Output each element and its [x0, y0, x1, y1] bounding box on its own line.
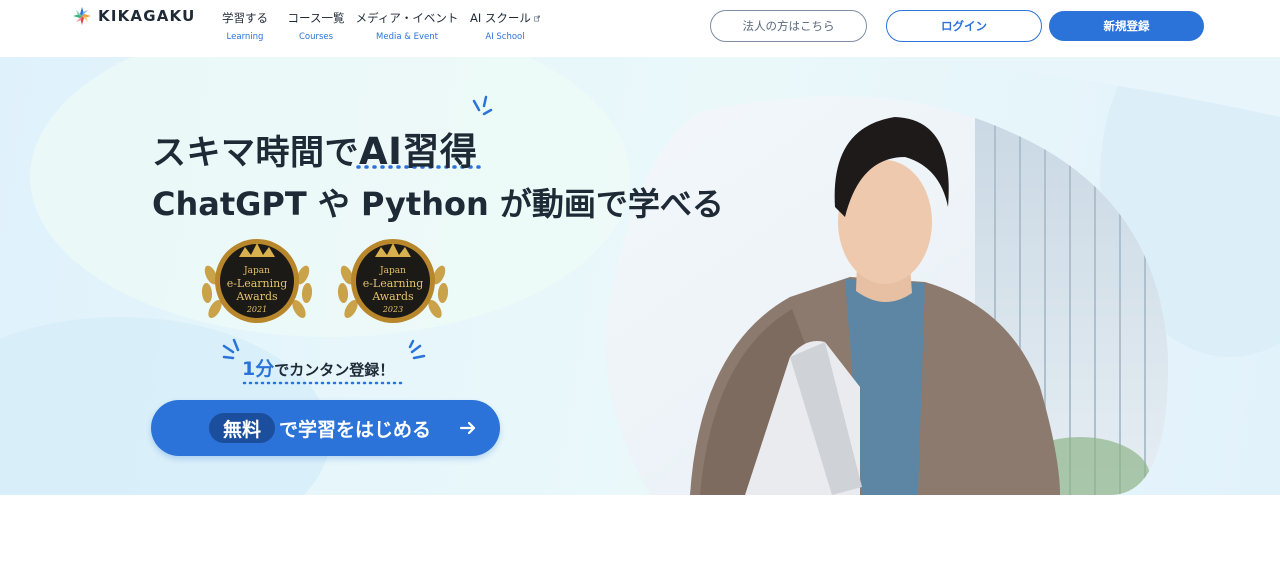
nav-item-courses[interactable]: コース一覧 Courses: [286, 10, 346, 42]
corporate-button[interactable]: 法人の方はこちら: [710, 10, 867, 42]
award-label: Japan: [243, 266, 270, 276]
login-button[interactable]: ログイン: [886, 10, 1042, 42]
nav-item-sublabel: Media & Event: [376, 32, 438, 42]
award-badge-2023: Japan e-Learning Awards 2023: [337, 239, 449, 323]
quick-signup-note: 1分でカンタン登録！: [242, 354, 394, 381]
nav-item-label: コース一覧: [287, 11, 345, 25]
award-label: e-Learning: [227, 277, 288, 290]
kikagaku-logo-icon: [73, 7, 91, 25]
hero-section: スキマ時間でAI習得 ChatGPT や Python が動画で学べる Japa…: [0, 57, 1280, 495]
external-link-icon: [534, 15, 540, 21]
nav-item-media-event[interactable]: メディア・イベント Media & Event: [355, 10, 459, 42]
quick-signup-text: でカンタン登録！: [274, 361, 395, 379]
award-label: Japan: [379, 266, 406, 276]
nav-item-label: AI スクール: [470, 11, 531, 25]
hero-headline: スキマ時間でAI習得: [152, 121, 477, 175]
nav-item-sublabel: AI School: [485, 32, 525, 42]
brand-logo[interactable]: KIKAGAKU: [72, 6, 196, 26]
award-year: 2021: [246, 305, 267, 314]
arrow-right-icon: [459, 421, 476, 435]
hero-subheadline: ChatGPT や Python が動画で学べる: [152, 185, 724, 223]
hero-headline-prefix: スキマ時間で: [152, 133, 359, 173]
nav-item-ai-school[interactable]: AI スクール AI School: [470, 10, 540, 42]
nav-item-sublabel: Learning: [226, 32, 264, 42]
hero-photo: [605, 96, 1169, 495]
award-label: e-Learning: [363, 277, 424, 290]
free-badge: 無料: [209, 413, 275, 443]
nav-item-label: メディア・イベント: [355, 11, 459, 25]
main-nav: 学習する Learning コース一覧 Courses メディア・イベント Me…: [222, 10, 540, 42]
quick-signup-number: 1分: [242, 358, 275, 380]
nav-item-sublabel: Courses: [298, 32, 334, 42]
award-badge-2021: Japan e-Learning Awards 2021: [201, 239, 313, 323]
award-year: 2023: [382, 305, 403, 314]
nav-item-label: 学習する: [222, 11, 268, 25]
nav-item-learning[interactable]: 学習する Learning: [222, 10, 268, 42]
site-header: KIKAGAKU 学習する Learning コース一覧 Courses メディ…: [0, 0, 1280, 57]
signup-button[interactable]: 新規登録: [1049, 11, 1204, 41]
award-label: Awards: [371, 290, 414, 303]
cta-label: で学習をはじめる: [279, 418, 432, 441]
hero-headline-highlight: AI習得: [359, 130, 478, 173]
brand-name: KIKAGAKU: [98, 7, 196, 25]
award-label: Awards: [235, 290, 278, 303]
start-learning-button[interactable]: 無料 で学習をはじめる: [151, 400, 500, 456]
